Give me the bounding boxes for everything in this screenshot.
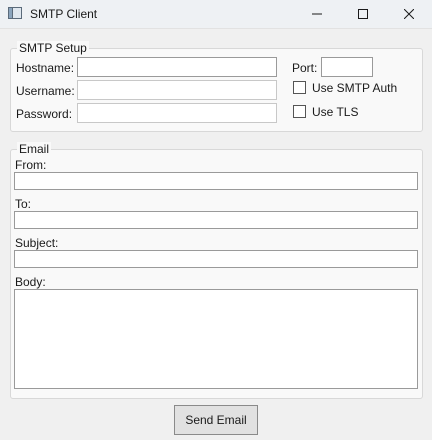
title-bar: SMTP Client <box>0 0 432 29</box>
minimize-icon <box>312 13 322 15</box>
email-group: Email From: To: Subject: Body: <box>10 142 423 399</box>
use-smtp-auth-checkbox[interactable] <box>293 81 306 94</box>
close-icon <box>404 9 414 19</box>
email-title: Email <box>17 142 52 156</box>
port-field[interactable] <box>321 57 373 77</box>
password-label: Password: <box>16 107 73 121</box>
smtp-setup-title: SMTP Setup <box>17 41 89 55</box>
subject-field[interactable] <box>14 250 418 268</box>
hostname-field[interactable] <box>77 57 277 77</box>
hostname-label: Hostname: <box>16 61 75 75</box>
window-title: SMTP Client <box>30 7 98 21</box>
smtp-setup-group: SMTP Setup Hostname: Username: Password:… <box>10 41 423 132</box>
from-field[interactable] <box>14 172 418 190</box>
close-button[interactable] <box>386 0 432 28</box>
from-label: From: <box>15 158 47 172</box>
password-field[interactable] <box>77 103 277 123</box>
to-field[interactable] <box>14 211 418 229</box>
app-window-icon <box>8 7 22 19</box>
subject-label: Subject: <box>15 236 59 250</box>
minimize-button[interactable] <box>294 0 340 28</box>
use-tls-label[interactable]: Use TLS <box>312 105 358 119</box>
body-label: Body: <box>15 275 46 289</box>
username-field[interactable] <box>77 80 277 100</box>
maximize-icon <box>358 9 368 19</box>
use-tls-checkbox[interactable] <box>293 105 306 118</box>
use-smtp-auth-label[interactable]: Use SMTP Auth <box>312 81 397 95</box>
send-email-button[interactable]: Send Email <box>174 405 258 435</box>
maximize-button[interactable] <box>340 0 386 28</box>
username-label: Username: <box>16 84 75 98</box>
to-label: To: <box>15 197 32 211</box>
port-label: Port: <box>292 61 318 75</box>
body-field[interactable] <box>14 289 418 389</box>
